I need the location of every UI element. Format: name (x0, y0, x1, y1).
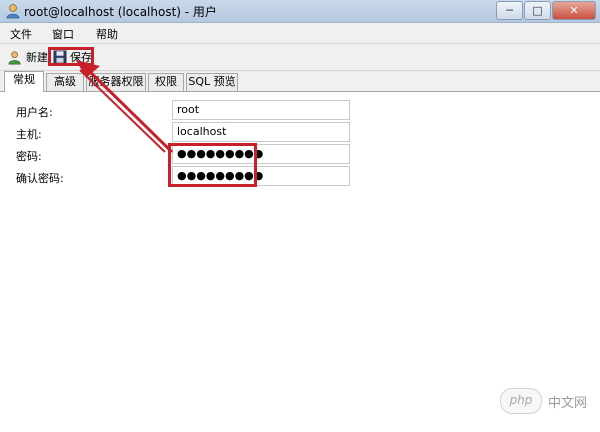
menu-bar: 文件 窗口 帮助 (0, 23, 600, 44)
maximize-button[interactable]: □ (524, 1, 551, 20)
close-button[interactable]: ✕ (552, 1, 596, 20)
tab-strip: 常规 高级 服务器权限 权限 SQL 预览 (0, 71, 600, 92)
window-title: root@localhost (localhost) - 用户 (24, 5, 217, 19)
username-field[interactable]: root (172, 100, 350, 120)
password-label: 密码: (16, 150, 42, 163)
menu-help[interactable]: 帮助 (96, 26, 118, 42)
new-user-icon (8, 50, 21, 64)
confirm-password-label: 确认密码: (16, 172, 64, 185)
tab-server-privileges[interactable]: 服务器权限 (86, 73, 146, 91)
menu-file[interactable]: 文件 (10, 26, 32, 42)
general-panel (0, 92, 600, 432)
new-button-label: 新建 (26, 51, 48, 64)
php-logo: php (500, 388, 542, 414)
host-field[interactable]: localhost (172, 122, 350, 142)
tab-privileges[interactable]: 权限 (148, 73, 184, 91)
window-controls: ─ □ ✕ (496, 1, 596, 20)
username-label: 用户名: (16, 106, 53, 119)
tab-sql-preview[interactable]: SQL 预览 (186, 73, 238, 91)
minimize-button[interactable]: ─ (496, 1, 523, 20)
watermark: php 中文网 (500, 388, 587, 414)
user-icon (6, 4, 20, 19)
menu-window[interactable]: 窗口 (52, 26, 74, 42)
tab-general[interactable]: 常规 (4, 71, 44, 92)
password-highlight-box (168, 143, 257, 187)
new-button[interactable]: 新建 (8, 48, 48, 66)
title-bar: root@localhost (localhost) - 用户 ─ □ ✕ (0, 0, 600, 23)
watermark-text: 中文网 (548, 395, 588, 411)
host-label: 主机: (16, 128, 42, 141)
tab-advanced[interactable]: 高级 (46, 73, 84, 91)
save-highlight-box (48, 47, 94, 66)
